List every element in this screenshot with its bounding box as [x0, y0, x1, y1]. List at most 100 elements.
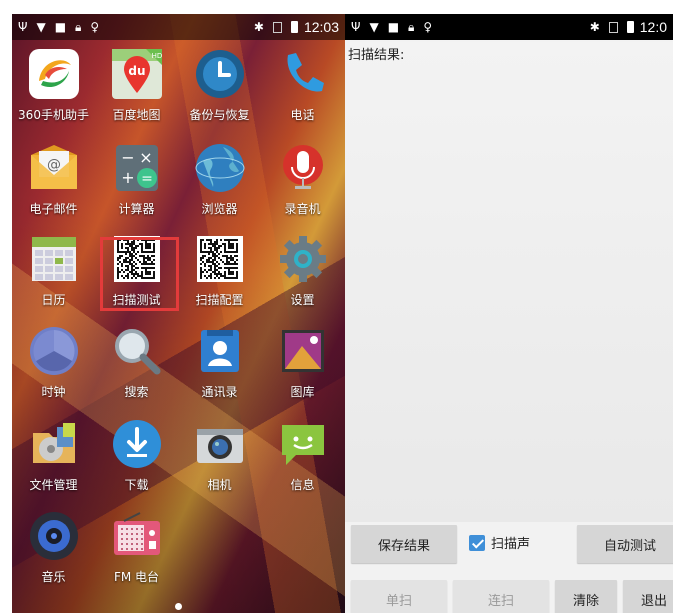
status-time: 12:0	[639, 19, 667, 35]
microphone-icon	[275, 140, 331, 196]
clear-button[interactable]: 清除	[555, 580, 617, 613]
app-calendar[interactable]: 日历	[12, 229, 95, 321]
app-label: 图库	[290, 385, 315, 399]
continuous-scan-button[interactable]: 连扫	[453, 580, 549, 613]
magnifier-icon	[109, 323, 165, 379]
svg-text:HD: HD	[151, 52, 162, 60]
app-backup-clock[interactable]: 备份与恢复	[178, 44, 261, 136]
calendar-icon	[26, 231, 82, 287]
music-speaker-icon	[26, 508, 82, 564]
app-label: 扫描配置	[195, 293, 244, 307]
svg-text:du: du	[128, 64, 145, 78]
messaging-icon	[275, 416, 331, 472]
baidu-map-icon: du HD	[109, 46, 165, 102]
app-label: 日历	[41, 293, 66, 307]
svg-text:+: +	[121, 168, 134, 187]
app-contacts[interactable]: 通讯录	[178, 321, 261, 413]
app-calculator[interactable]: − × + = 计算器	[95, 138, 178, 230]
settings-gear-icon	[275, 231, 331, 287]
usb-icon: Ψ	[351, 20, 361, 34]
app-label: 录音机	[284, 202, 321, 216]
save-result-button[interactable]: 保存结果	[351, 525, 457, 563]
app-label: 电话	[290, 108, 315, 122]
app-fm-radio[interactable]: FM 电台	[95, 506, 178, 598]
beep-checkbox[interactable]	[469, 534, 485, 551]
page-indicator	[175, 603, 182, 610]
app-browser-globe[interactable]: 浏览器	[178, 138, 261, 230]
app-magnifier[interactable]: 搜索	[95, 321, 178, 413]
app-phone[interactable]: 电话	[261, 44, 344, 136]
status-bar: Ψ ▼ ■ 🔒︎ ♀ ✱ 12:0	[345, 14, 673, 40]
app-download[interactable]: 下载	[95, 414, 178, 506]
app-music-speaker[interactable]: 音乐	[12, 506, 95, 598]
single-scan-button[interactable]: 单扫	[351, 580, 447, 613]
android-debug-icon: ♀	[423, 20, 433, 34]
auto-test-button[interactable]: 自动测试	[577, 525, 673, 563]
download-icon	[109, 416, 165, 472]
browser-globe-icon	[192, 140, 248, 196]
backup-clock-icon	[192, 46, 248, 102]
lock-icon: 🔒︎	[408, 19, 415, 34]
app-file-manager[interactable]: 文件管理	[12, 414, 95, 506]
android-debug-icon: ♀	[90, 20, 100, 34]
app-label: 计算器	[118, 202, 155, 216]
app-messaging[interactable]: 信息	[261, 414, 344, 506]
status-time: 12:03	[303, 19, 339, 35]
phone-icon	[275, 46, 331, 102]
bluetooth-icon: ✱	[589, 20, 600, 34]
lock-icon: 🔒︎	[75, 19, 82, 34]
file-manager-icon	[26, 416, 82, 472]
app-email[interactable]: @ 电子邮件	[12, 138, 95, 230]
gallery-icon	[275, 323, 331, 379]
status-bar: Ψ ▼ ■ 🔒︎ ♀ ✱ 12:03	[12, 14, 345, 40]
app-microphone[interactable]: 录音机	[261, 138, 344, 230]
app-label: 下载	[124, 478, 149, 492]
app-label: 搜索	[124, 385, 149, 399]
scan-result-area[interactable]	[345, 42, 673, 522]
qr-code-icon	[192, 231, 248, 287]
app-label: 备份与恢复	[189, 108, 250, 122]
no-sim-icon	[272, 21, 282, 33]
app-label: 相机	[207, 478, 232, 492]
bluetooth-icon: ✱	[253, 20, 264, 34]
app-clock[interactable]: 时钟	[12, 321, 95, 413]
app-gallery[interactable]: 图库	[261, 321, 344, 413]
app-label: 电子邮件	[29, 202, 78, 216]
highlight-box	[100, 237, 179, 311]
app-label: 音乐	[41, 570, 66, 584]
contacts-icon	[192, 323, 248, 379]
no-sim-icon	[608, 21, 618, 33]
app-label: 百度地图	[112, 108, 161, 122]
battery-icon	[626, 21, 634, 33]
app-label: 文件管理	[29, 478, 78, 492]
app-baidu-map[interactable]: du HD 百度地图	[95, 44, 178, 136]
app-settings-gear[interactable]: 设置	[261, 229, 344, 321]
app-label: 时钟	[41, 385, 66, 399]
beep-label: 扫描声	[491, 537, 531, 552]
wifi-icon: ▼	[36, 20, 46, 34]
app-label: FM 电台	[113, 570, 160, 584]
app-label: 信息	[290, 478, 315, 492]
sd-card-icon: ■	[54, 20, 67, 34]
app-label: 360手机助手	[18, 108, 89, 122]
camera-icon	[192, 416, 248, 472]
svg-text:×: ×	[139, 148, 152, 167]
beep-toggle[interactable]: 扫描声	[469, 533, 530, 552]
app-360-assistant[interactable]: 360手机助手	[12, 44, 95, 136]
calculator-icon: − × + =	[109, 140, 165, 196]
scan-test-screen: Ψ ▼ ■ 🔒︎ ♀ ✱ 12:0 扫描结果: 保存结果 扫描声 自动测试 单扫…	[345, 14, 673, 613]
svg-text:−: −	[121, 148, 134, 167]
wifi-icon: ▼	[369, 20, 379, 34]
usb-icon: Ψ	[18, 20, 28, 34]
battery-icon	[290, 21, 298, 33]
app-label: 通讯录	[201, 385, 238, 399]
scan-result-label: 扫描结果:	[348, 48, 405, 63]
email-icon: @	[26, 140, 82, 196]
svg-text:=: =	[141, 171, 153, 187]
home-screen: Ψ ▼ ■ 🔒︎ ♀ ✱ 12:03 360手机助手 du HD 百度地图 备份与恢复电…	[12, 14, 345, 613]
exit-button[interactable]: 退出	[623, 580, 673, 613]
360-assistant-icon	[26, 46, 82, 102]
app-camera[interactable]: 相机	[178, 414, 261, 506]
app-label: 设置	[290, 293, 315, 307]
app-qr-code[interactable]: 扫描配置	[178, 229, 261, 321]
